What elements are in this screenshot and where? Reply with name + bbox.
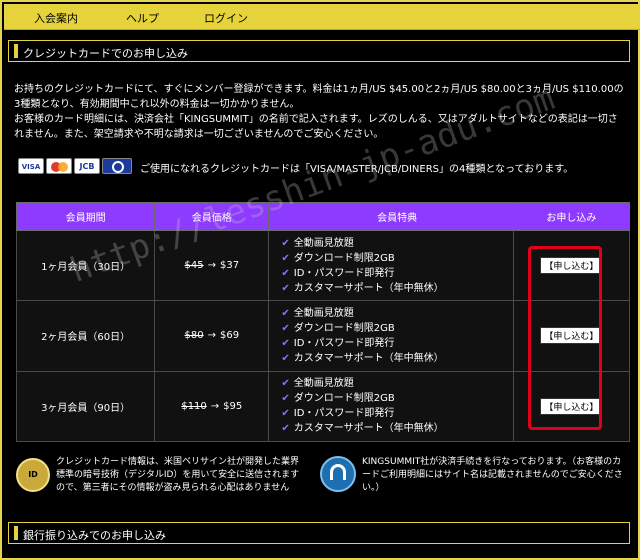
apply-highlight-box [528,246,602,430]
bank-section-header: 銀行振り込みでのお申し込み [8,522,630,544]
header-marker [14,526,18,540]
benefit-label: 全動画見放題 [293,237,354,249]
checkmark-icon: ✔ [281,352,290,364]
header-apply: お申し込み [512,202,631,231]
checkmark-icon: ✔ [281,378,290,390]
support-notice: KINGSUMMIT社が決済手続きを行なっております。（お客様のカードご利用明細… [320,454,626,496]
checkmark-icon: ✔ [281,393,290,405]
mastercard-icon [46,158,72,174]
checkmark-icon: ✔ [281,267,290,279]
card-logos-row: VISA JCB ご使用になれるクレジットカードは「VISA/MASTER/JC… [18,158,626,176]
benefits-cell: ✔ 全動画見放題 ✔ ダウンロード制限2GB ✔ ID・パスワード即発行 ✔ カスタマーサポー… [268,370,514,443]
benefits-cell: ✔ 全動画見放題 ✔ ダウンロード制限2GB ✔ ID・パスワード即発行 ✔ カスタマーサポー… [268,229,514,302]
diners-icon [102,158,132,174]
list-item: ✔ カスタマーサポート（年中無休） [281,421,512,436]
list-item: ✔ ID・パスワード即発行 [281,336,512,351]
list-item: ✔ ID・パスワード即発行 [281,406,512,421]
list-item: ✔ ダウンロード制限2GB [281,391,512,406]
benefits-list: ✔ 全動画見放題 ✔ ダウンロード制限2GB ✔ ID・パスワード即発行 ✔ カスタマーサポー… [281,306,512,366]
header-benefits: 会員特典 [268,202,514,231]
old-price: $110 [181,400,207,412]
page-frame: 入会案内 ヘルプ ログイン クレジットカードでのお申し込み お持ちのクレジットカ… [0,0,640,560]
intro-paragraph: お持ちのクレジットカードにて、すぐにメンバー登録ができます。料金は1ヵ月/US … [14,84,624,110]
jcb-icon: JCB [74,158,100,174]
security-seal-icon: ID [16,458,50,492]
list-item: ✔ 全動画見放題 [281,236,512,251]
security-text: クレジットカード情報は、米国ベリサイン社が開発した業界標準の暗号技術（デジタルI… [56,457,300,493]
benefit-label: ダウンロード制限2GB [293,322,395,334]
headset-icon [320,456,356,492]
benefit-label: ID・パスワード即発行 [293,408,395,420]
benefit-label: 全動画見放題 [293,378,354,390]
price-arrow: → [207,260,216,272]
checkmark-icon: ✔ [281,408,290,420]
price-arrow: → [210,400,220,412]
benefit-label: ダウンロード制限2GB [293,252,395,264]
checkmark-icon: ✔ [281,322,290,334]
benefit-label: ID・パスワード即発行 [293,337,395,349]
checkmark-icon: ✔ [281,252,290,264]
price-cell: $45 → $37 [154,229,270,302]
visa-icon: VISA [18,158,44,174]
checkmark-icon: ✔ [281,282,290,294]
benefit-label: ID・パスワード即発行 [293,267,395,279]
benefits-cell: ✔ 全動画見放題 ✔ ダウンロード制限2GB ✔ ID・パスワード即発行 ✔ カスタマーサポー… [268,300,514,372]
header-marker [14,44,18,58]
price-cell: $110 → $95 [154,370,270,443]
checkmark-icon: ✔ [281,237,290,249]
benefit-label: カスタマーサポート（年中無休） [293,423,444,435]
list-item: ✔ 全動画見放題 [281,376,512,391]
list-item: ✔ カスタマーサポート（年中無休） [281,281,512,296]
table-header-row: 会員期間 会員価格 会員特典 お申し込み [15,202,631,231]
top-nav: 入会案内 ヘルプ ログイン [4,4,640,30]
old-price: $80 [184,330,204,342]
intro-paragraph: お客様のカード明細には、決済会社「KINGSUMMIT」の名前で記入されます。レ… [14,114,618,140]
cards-note: ご使用になれるクレジットカードは「VISA/MASTER/JCB/DINERS」… [140,164,574,175]
benefit-label: ダウンロード制限2GB [293,393,395,405]
period-cell: 3ヶ月会員（90日） [15,370,156,443]
nav-help[interactable]: ヘルプ [126,10,159,26]
new-price: $37 [220,260,240,272]
list-item: ✔ カスタマーサポート（年中無休） [281,351,512,366]
support-text: KINGSUMMIT社が決済手続きを行なっております。（お客様のカードご利用明細… [362,457,623,493]
list-item: ✔ 全動画見放題 [281,306,512,321]
benefit-label: カスタマーサポート（年中無休） [293,352,444,364]
period-cell: 1ヶ月会員（30日） [15,229,156,302]
credit-section-header: クレジットカードでのお申し込み [8,40,630,62]
price-cell: $80 → $69 [154,300,270,372]
checkmark-icon: ✔ [281,337,290,349]
period-cell: 2ヶ月会員（60日） [15,300,156,372]
bank-section-title: 銀行振り込みでのお申し込み [23,529,166,542]
checkmark-icon: ✔ [281,307,290,319]
credit-section-title: クレジットカードでのお申し込み [23,47,188,60]
security-notice: ID クレジットカード情報は、米国ベリサイン社が開発した業界標準の暗号技術（デジ… [16,454,306,496]
nav-join-guide[interactable]: 入会案内 [34,10,78,26]
price-arrow: → [207,330,216,342]
benefit-label: カスタマーサポート（年中無休） [293,282,444,294]
list-item: ✔ ID・パスワード即発行 [281,266,512,281]
benefit-label: 全動画見放題 [293,307,354,319]
benefits-list: ✔ 全動画見放題 ✔ ダウンロード制限2GB ✔ ID・パスワード即発行 ✔ カスタマーサポー… [281,236,512,296]
new-price: $95 [223,400,243,412]
benefits-list: ✔ 全動画見放題 ✔ ダウンロード制限2GB ✔ ID・パスワード即発行 ✔ カスタマーサポー… [281,376,512,436]
nav-login[interactable]: ログイン [204,10,248,26]
header-period: 会員期間 [15,202,156,231]
old-price: $45 [184,260,204,272]
list-item: ✔ ダウンロード制限2GB [281,251,512,266]
intro-text: お持ちのクレジットカードにて、すぐにメンバー登録ができます。料金は1ヵ月/US … [14,82,626,142]
new-price: $69 [220,330,240,342]
header-price: 会員価格 [154,202,270,231]
checkmark-icon: ✔ [281,423,290,435]
list-item: ✔ ダウンロード制限2GB [281,321,512,336]
